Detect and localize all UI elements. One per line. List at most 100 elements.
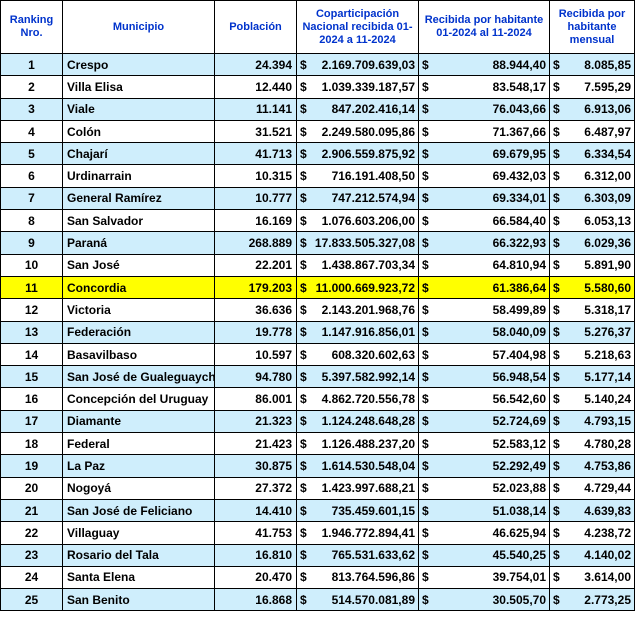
currency-symbol: $ <box>300 548 307 563</box>
cell-poblacion: 19.778 <box>214 320 297 344</box>
cell-poblacion: 94.780 <box>214 365 297 389</box>
currency-symbol: $ <box>300 347 307 362</box>
cell-poblacion: 31.521 <box>214 119 297 144</box>
cell-por-habitante: $39.754,01 <box>418 565 550 590</box>
cell-coparticipacion: $847.202.416,14 <box>296 97 419 121</box>
currency-symbol: $ <box>422 392 429 407</box>
cell-coparticipacion-value: 17.833.505.327,08 <box>314 236 415 251</box>
cell-mensual: $5.218,63 <box>549 342 635 367</box>
currency-symbol: $ <box>422 169 429 184</box>
cell-municipio: Basavilbaso <box>62 342 215 367</box>
table-row: 12 Victoria 36.636 $2.143.201.968,76 $58.499… <box>0 298 635 322</box>
poblacion-value: 10.315 <box>255 169 292 184</box>
cell-municipio: Colón <box>62 119 215 144</box>
poblacion-value: 12.440 <box>255 79 292 94</box>
cell-poblacion: 16.868 <box>214 588 297 612</box>
table-row: 4 Colón 31.521 $2.249.580.095,86 $71.367,66 $… <box>0 119 635 144</box>
municipio-name: Villa Elisa <box>67 79 123 94</box>
cell-ranking: 17 <box>0 409 63 434</box>
ranking-value: 5 <box>28 146 35 161</box>
cell-mensual-value: 4.639,83 <box>584 503 631 518</box>
cell-coparticipacion-value: 514.570.081,89 <box>331 592 415 607</box>
cell-por-habitante-value: 52.023,88 <box>492 481 546 496</box>
currency-symbol: $ <box>422 57 429 72</box>
currency-symbol: $ <box>300 302 307 317</box>
cell-mensual: $5.580,60 <box>549 275 635 300</box>
table-row: 3 Viale 11.141 $847.202.416,14 $76.043,66 $6.… <box>0 97 635 121</box>
cell-por-habitante: $57.404,98 <box>418 342 550 367</box>
table-row: 23 Rosario del Tala 16.810 $765.531.633,62 $… <box>0 543 635 567</box>
currency-symbol: $ <box>300 169 307 184</box>
currency-symbol: $ <box>300 325 307 340</box>
ranking-table: Ranking Nro. Municipio Población Coparti… <box>0 0 635 612</box>
currency-symbol: $ <box>553 169 560 184</box>
currency-symbol: $ <box>553 525 560 540</box>
cell-mensual: $5.140,24 <box>549 387 635 411</box>
ranking-value: 18 <box>24 436 39 451</box>
table-row: 17 Diamante 21.323 $1.124.248.648,28 $52.724… <box>0 409 635 434</box>
currency-symbol: $ <box>422 347 429 362</box>
cell-coparticipacion-value: 2.169.709.639,03 <box>321 57 415 72</box>
ranking-value: 11 <box>25 280 38 295</box>
cell-por-habitante: $58.040,09 <box>418 320 550 344</box>
cell-coparticipacion-value: 2.906.559.875,92 <box>321 146 415 161</box>
municipio-name: San Salvador <box>67 213 144 228</box>
currency-symbol: $ <box>553 369 560 384</box>
cell-municipio: Villa Elisa <box>62 75 215 99</box>
cell-mensual-value: 5.318,17 <box>584 302 631 317</box>
currency-symbol: $ <box>422 79 429 94</box>
cell-por-habitante: $88.944,40 <box>418 52 550 77</box>
currency-symbol: $ <box>422 436 429 451</box>
currency-symbol: $ <box>300 258 307 273</box>
cell-poblacion: 41.753 <box>214 521 297 545</box>
currency-symbol: $ <box>553 347 560 362</box>
cell-mensual: $4.729,44 <box>549 476 635 500</box>
table-row: 19 La Paz 30.875 $1.614.530.548,04 $52.292,4… <box>0 454 635 478</box>
table-row: 9 Paraná 268.889 $17.833.505.327,08 $66.322,… <box>0 231 635 255</box>
cell-mensual: $4.140,02 <box>549 543 635 567</box>
cell-por-habitante-value: 88.944,40 <box>492 57 546 72</box>
cell-ranking: 20 <box>0 476 63 500</box>
cell-coparticipacion: $2.169.709.639,03 <box>296 52 419 77</box>
cell-municipio: Paraná <box>62 231 215 255</box>
cell-coparticipacion-value: 747.212.574,94 <box>331 191 415 206</box>
cell-mensual-value: 4.793,15 <box>584 414 631 429</box>
municipio-name: Paraná <box>67 236 108 251</box>
cell-poblacion: 12.440 <box>214 75 297 99</box>
currency-symbol: $ <box>422 369 429 384</box>
table-row: 20 Nogoyá 27.372 $1.423.997.688,21 $52.023,8… <box>0 476 635 500</box>
cell-por-habitante-value: 66.322,93 <box>492 236 546 251</box>
ranking-value: 24 <box>24 570 39 585</box>
cell-municipio: San José <box>62 253 215 277</box>
header-mensual: Recibida por habitante mensual <box>549 0 635 54</box>
cell-poblacion: 10.597 <box>214 342 297 367</box>
poblacion-value: 41.753 <box>255 525 292 540</box>
poblacion-value: 21.323 <box>255 414 292 429</box>
cell-mensual-value: 4.729,44 <box>584 481 631 496</box>
municipio-name: Diamante <box>67 414 122 429</box>
cell-coparticipacion: $1.438.867.703,34 <box>296 253 419 277</box>
cell-coparticipacion: $1.124.248.648,28 <box>296 409 419 434</box>
header-ranking: Ranking Nro. <box>0 0 63 54</box>
cell-por-habitante-value: 58.040,09 <box>492 325 546 340</box>
cell-por-habitante-value: 30.505,70 <box>492 592 546 607</box>
ranking-value: 4 <box>28 124 35 139</box>
cell-coparticipacion: $608.320.602,63 <box>296 342 419 367</box>
currency-symbol: $ <box>300 79 307 94</box>
currency-symbol: $ <box>422 414 429 429</box>
cell-por-habitante: $45.540,25 <box>418 543 550 567</box>
ranking-value: 19 <box>24 458 39 473</box>
cell-coparticipacion: $4.862.720.556,78 <box>296 387 419 411</box>
cell-por-habitante-value: 76.043,66 <box>492 102 546 117</box>
currency-symbol: $ <box>300 458 307 473</box>
cell-coparticipacion-value: 735.459.601,15 <box>331 503 415 518</box>
currency-symbol: $ <box>300 503 307 518</box>
cell-coparticipacion: $1.076.603.206,00 <box>296 209 419 233</box>
cell-mensual-value: 5.140,24 <box>584 392 631 407</box>
municipio-name: Rosario del Tala <box>67 548 159 563</box>
currency-symbol: $ <box>422 481 429 496</box>
municipio-name: Villaguay <box>67 525 120 540</box>
cell-por-habitante: $69.679,95 <box>418 142 550 166</box>
currency-symbol: $ <box>553 592 560 607</box>
cell-por-habitante-value: 52.724,69 <box>492 414 546 429</box>
